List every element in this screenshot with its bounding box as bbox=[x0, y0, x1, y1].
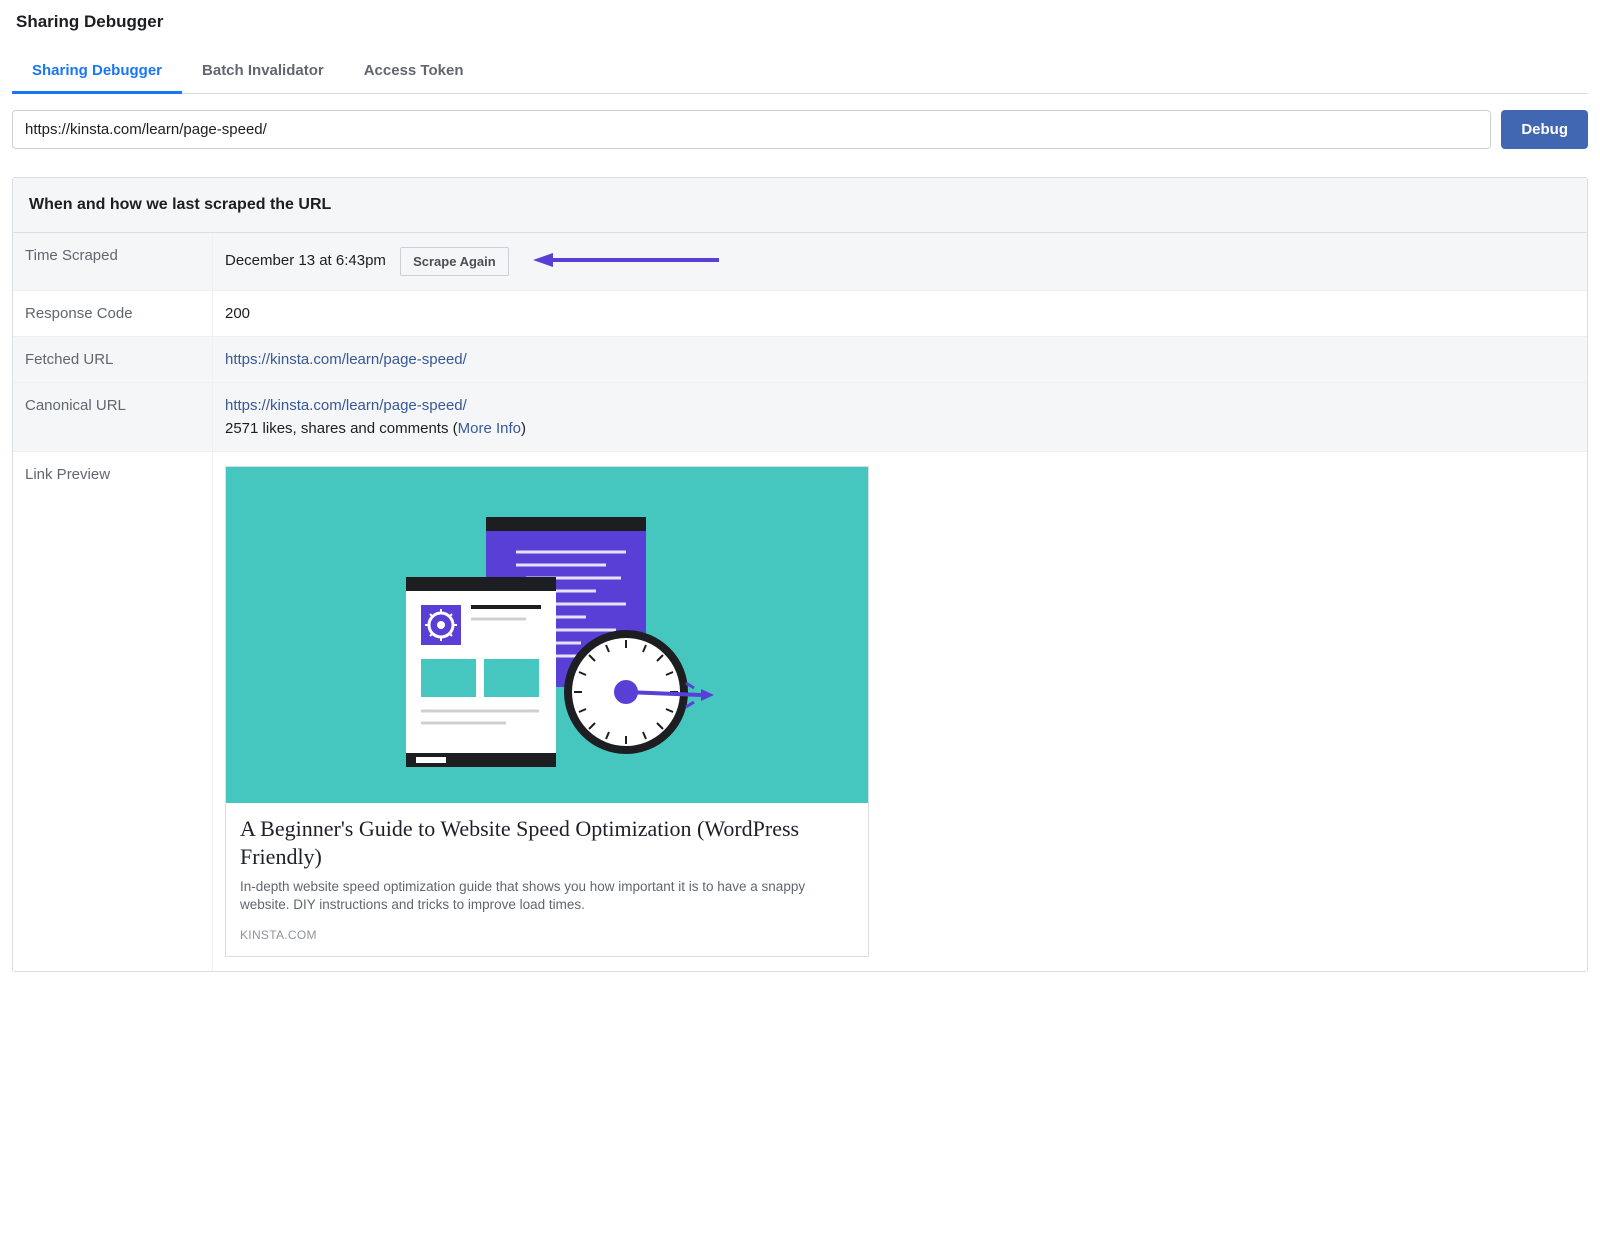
value-response-code: 200 bbox=[213, 291, 1587, 336]
fetched-url-link[interactable]: https://kinsta.com/learn/page-speed/ bbox=[225, 351, 467, 368]
row-canonical-url: Canonical URL https://kinsta.com/learn/p… bbox=[13, 383, 1587, 452]
url-input[interactable] bbox=[12, 110, 1491, 149]
value-link-preview: A Beginner's Guide to Website Speed Opti… bbox=[213, 452, 1587, 971]
page-title: Sharing Debugger bbox=[12, 12, 1588, 32]
debug-button[interactable]: Debug bbox=[1501, 110, 1588, 149]
preview-body: A Beginner's Guide to Website Speed Opti… bbox=[226, 803, 868, 956]
engagement-suffix: ) bbox=[521, 420, 526, 437]
time-scraped-text: December 13 at 6:43pm bbox=[225, 252, 386, 269]
arrow-annotation-icon bbox=[531, 251, 721, 273]
label-link-preview: Link Preview bbox=[13, 452, 213, 971]
label-response-code: Response Code bbox=[13, 291, 213, 336]
preview-image bbox=[226, 467, 868, 803]
engagement-text: 2571 likes, shares and comments (More In… bbox=[225, 420, 1575, 437]
row-time-scraped: Time Scraped December 13 at 6:43pm Scrap… bbox=[13, 233, 1587, 291]
tab-sharing-debugger[interactable]: Sharing Debugger bbox=[12, 50, 182, 93]
url-input-row: Debug bbox=[12, 110, 1588, 149]
results-panel: When and how we last scraped the URL Tim… bbox=[12, 177, 1588, 972]
scrape-again-button[interactable]: Scrape Again bbox=[400, 247, 509, 276]
panel-header: When and how we last scraped the URL bbox=[13, 178, 1587, 233]
row-link-preview: Link Preview bbox=[13, 452, 1587, 971]
tab-batch-invalidator[interactable]: Batch Invalidator bbox=[182, 50, 344, 93]
canonical-url-link[interactable]: https://kinsta.com/learn/page-speed/ bbox=[225, 397, 467, 414]
link-preview-card[interactable]: A Beginner's Guide to Website Speed Opti… bbox=[225, 466, 869, 957]
tabs: Sharing Debugger Batch Invalidator Acces… bbox=[12, 50, 1588, 94]
label-canonical-url: Canonical URL bbox=[13, 383, 213, 451]
label-time-scraped: Time Scraped bbox=[13, 233, 213, 290]
tab-access-token[interactable]: Access Token bbox=[344, 50, 484, 93]
value-time-scraped: December 13 at 6:43pm Scrape Again bbox=[213, 233, 1587, 290]
row-fetched-url: Fetched URL https://kinsta.com/learn/pag… bbox=[13, 337, 1587, 383]
label-fetched-url: Fetched URL bbox=[13, 337, 213, 382]
row-response-code: Response Code 200 bbox=[13, 291, 1587, 337]
preview-domain: KINSTA.COM bbox=[240, 928, 854, 942]
engagement-prefix: 2571 likes, shares and comments ( bbox=[225, 420, 458, 437]
preview-title: A Beginner's Guide to Website Speed Opti… bbox=[240, 815, 854, 870]
value-fetched-url: https://kinsta.com/learn/page-speed/ bbox=[213, 337, 1587, 382]
preview-description: In-depth website speed optimization guid… bbox=[240, 878, 854, 914]
more-info-link[interactable]: More Info bbox=[458, 420, 521, 437]
value-canonical-url: https://kinsta.com/learn/page-speed/ 257… bbox=[213, 383, 1587, 451]
